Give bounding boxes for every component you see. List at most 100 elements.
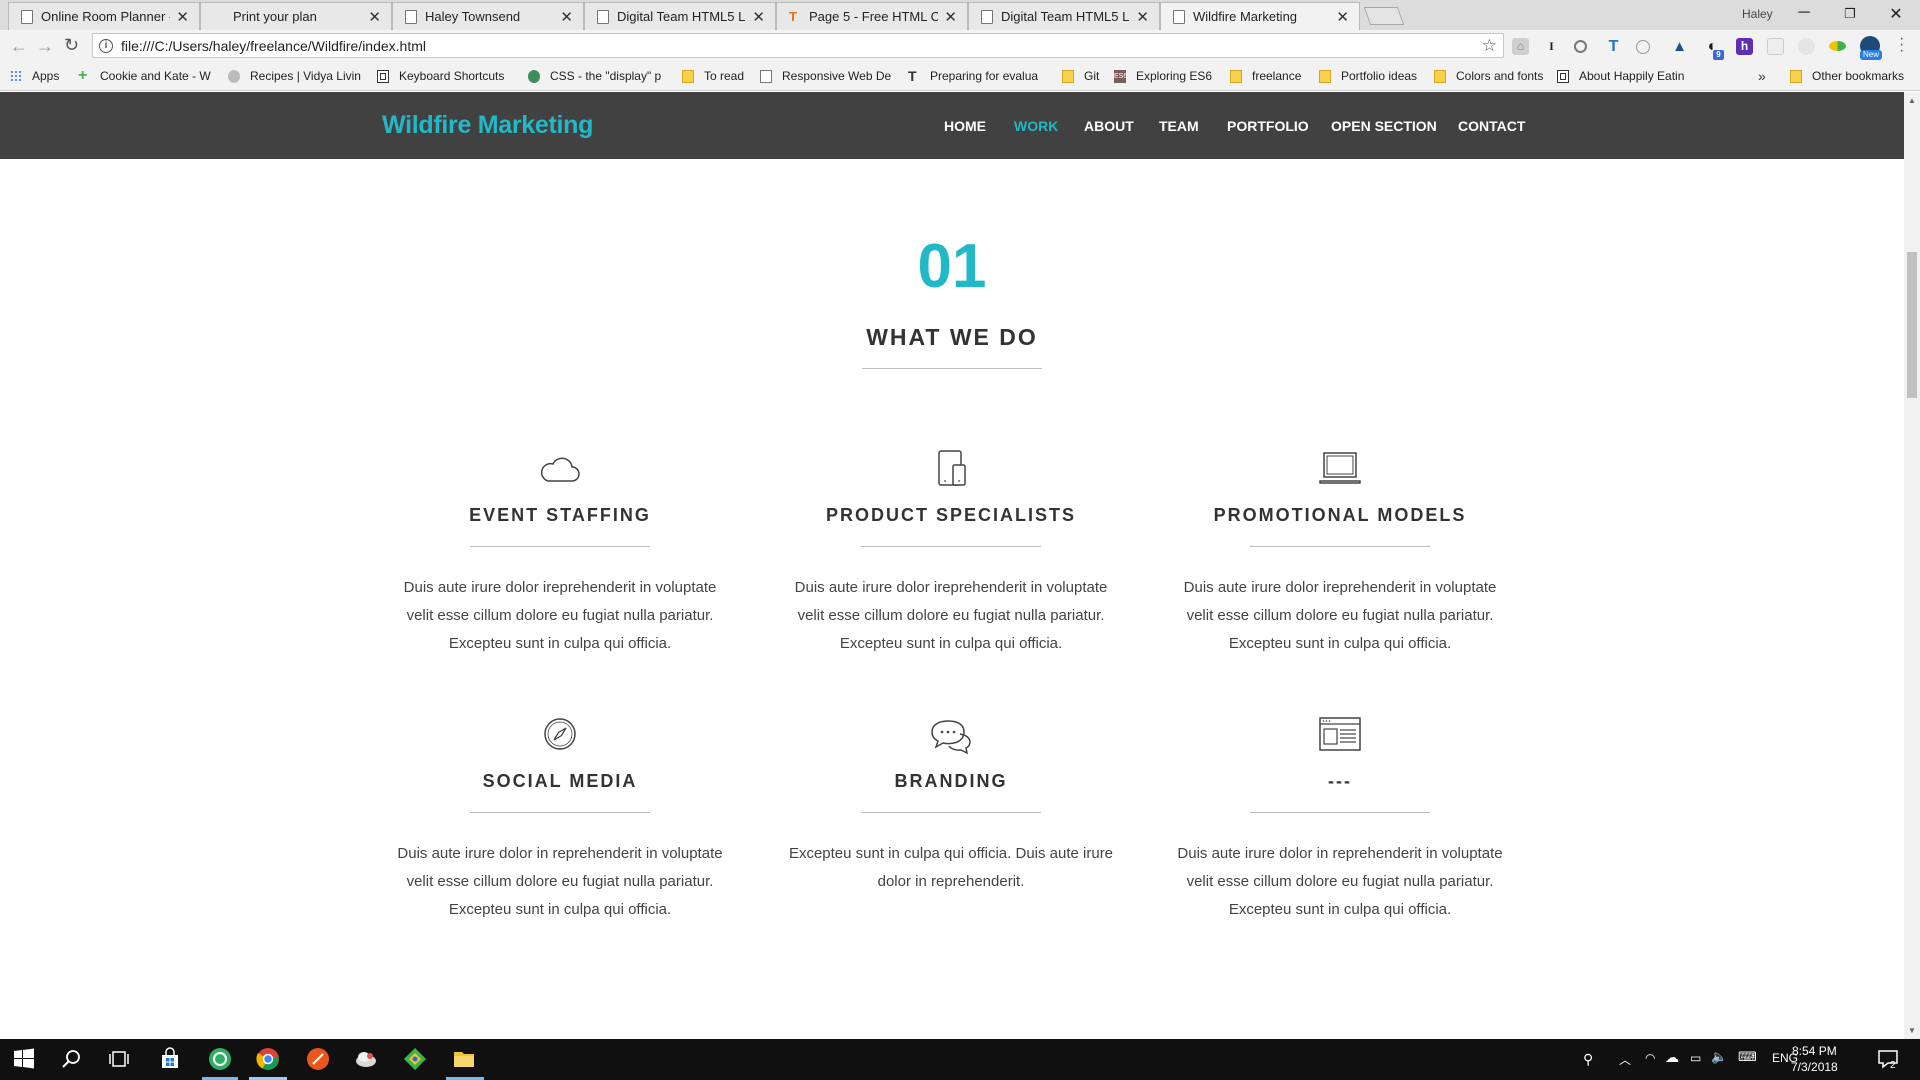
nav-work[interactable]: WORK <box>1014 118 1058 134</box>
extension-icon[interactable] <box>1829 41 1846 51</box>
browser-tab[interactable]: Print your plan ✕ <box>200 2 392 30</box>
new-tab-button[interactable] <box>1363 7 1405 25</box>
extension-icon[interactable] <box>1636 40 1650 54</box>
page-scrollbar[interactable]: ▲ ▼ <box>1904 92 1920 1039</box>
info-icon[interactable]: i <box>99 38 113 53</box>
extension-icon[interactable]: ⌂ <box>1512 38 1529 55</box>
extension-icon[interactable] <box>1767 38 1784 55</box>
forward-arrow-icon[interactable]: → <box>36 36 54 57</box>
url-bar[interactable]: i file:///C:/Users/haley/freelance/Wildf… <box>92 33 1504 58</box>
bookmark-folder[interactable]: Other bookmarks <box>1790 69 1904 83</box>
extension-icon[interactable]: I <box>1543 38 1560 55</box>
service-divider <box>470 546 650 547</box>
bookmark-apps[interactable]: Apps <box>10 69 59 83</box>
window-close-icon[interactable]: ✕ <box>1873 4 1919 24</box>
folder-icon <box>1230 69 1242 83</box>
profile-name[interactable]: Haley <box>1742 7 1773 21</box>
tab-close-icon[interactable]: ✕ <box>368 8 381 26</box>
restore-icon[interactable]: ❐ <box>1827 6 1873 22</box>
tab-close-icon[interactable]: ✕ <box>944 8 957 26</box>
tab-close-icon[interactable]: ✕ <box>176 8 189 26</box>
bookmark-label: Recipes | Vidya Livin <box>250 69 361 83</box>
browser-tab[interactable]: Digital Team HTML5 Layo ✕ <box>584 2 776 30</box>
file-explorer-icon[interactable] <box>452 1047 476 1071</box>
nav-portfolio[interactable]: PORTFOLIO <box>1227 118 1309 134</box>
minimize-icon[interactable]: ─ <box>1781 4 1827 22</box>
tray-overflow-icon[interactable]: ︿ <box>1619 1051 1631 1068</box>
bookmark-star-icon[interactable]: ☆ <box>1482 36 1497 56</box>
service-divider <box>861 546 1041 547</box>
battery-icon[interactable]: ▭ <box>1690 1051 1701 1065</box>
bookmark-item[interactable]: Recipes | Vidya Livin <box>228 69 361 83</box>
paint-app-icon[interactable] <box>306 1047 330 1071</box>
nav-team[interactable]: TEAM <box>1159 118 1199 134</box>
extension-icon[interactable] <box>1798 38 1815 55</box>
people-icon[interactable]: ⚲ <box>1583 1051 1593 1068</box>
site-logo[interactable]: Wildfire Marketing <box>382 111 593 140</box>
scroll-down-arrow-icon[interactable]: ▼ <box>1908 1026 1916 1035</box>
bookmark-item[interactable]: Responsive Web De <box>760 69 891 83</box>
bookmark-folder[interactable]: Portfolio ideas <box>1319 69 1417 83</box>
bookmark-folder[interactable]: Colors and fonts <box>1434 69 1543 83</box>
windows-start-icon[interactable] <box>12 1047 36 1071</box>
bookmark-label: About Happily Eatin <box>1579 69 1685 83</box>
app-icon[interactable] <box>208 1047 232 1071</box>
tab-close-icon[interactable]: ✕ <box>560 8 573 26</box>
nav-about[interactable]: ABOUT <box>1084 118 1134 134</box>
onedrive-cloud-icon[interactable]: ☁ <box>1665 1049 1679 1066</box>
task-view-icon[interactable] <box>107 1047 131 1071</box>
nav-contact[interactable]: CONTACT <box>1458 118 1525 134</box>
extension-icon[interactable] <box>1574 40 1587 53</box>
tab-close-icon[interactable]: ✕ <box>1136 8 1149 26</box>
tab-close-icon[interactable]: ✕ <box>752 8 765 26</box>
browser-tab[interactable]: Haley Townsend ✕ <box>392 2 584 30</box>
bookmark-item[interactable]: Keyboard Shortcuts <box>377 69 504 83</box>
bookmarks-overflow-button[interactable]: » <box>1758 68 1766 84</box>
section-number: 01 <box>917 232 987 301</box>
service-title: PRODUCT SPECIALISTS <box>825 505 1077 525</box>
browser-tab[interactable]: Digital Team HTML5 Layo ✕ <box>968 2 1160 30</box>
bookmark-folder[interactable]: To read <box>682 69 744 83</box>
git-tool-icon[interactable] <box>403 1047 427 1071</box>
extension-icon[interactable]: T <box>1605 38 1622 55</box>
menu-icon[interactable]: · · · <box>1899 31 1904 59</box>
bookmark-label: Exploring ES6 <box>1136 69 1213 83</box>
bookmark-item[interactable]: CSS - the "display" p <box>528 69 661 83</box>
extension-icon[interactable]: ▲ <box>1671 38 1688 55</box>
taskbar-clock[interactable]: 8:54 PM 7/3/2018 <box>1791 1043 1838 1075</box>
bookmark-item[interactable]: T Preparing for evalua <box>908 69 1038 84</box>
bookmark-item[interactable]: ES6 Exploring ES6 <box>1114 69 1212 83</box>
bookmark-folder[interactable]: Git <box>1062 69 1099 83</box>
extension-badge: 9 <box>1713 50 1724 60</box>
search-icon[interactable] <box>60 1047 84 1071</box>
chrome-icon[interactable] <box>256 1047 280 1071</box>
volume-icon[interactable]: 🔈 <box>1711 1049 1727 1065</box>
nav-home[interactable]: HOME <box>944 118 986 134</box>
browser-tab[interactable]: T Page 5 - Free HTML CSS ✕ <box>776 2 968 30</box>
scroll-thumb[interactable] <box>1907 252 1917 398</box>
bookmark-item[interactable]: + Cookie and Kate - W <box>78 67 211 83</box>
back-arrow-icon[interactable]: ← <box>10 36 28 57</box>
bookmark-folder[interactable]: freelance <box>1230 69 1301 83</box>
extension-icon[interactable]: h <box>1736 38 1753 55</box>
browser-tab-active[interactable]: Wildfire Marketing ✕ <box>1160 2 1360 30</box>
wifi-icon[interactable]: ◠ <box>1645 1051 1655 1065</box>
reload-icon[interactable]: ↻ <box>64 35 79 56</box>
section-divider <box>862 368 1042 369</box>
tab-title: Wildfire Marketing <box>1193 9 1298 24</box>
keyboard-icon[interactable]: ⌨ <box>1738 1049 1757 1065</box>
scroll-up-arrow-icon[interactable]: ▲ <box>1908 96 1916 105</box>
folder-icon <box>1434 69 1446 83</box>
tab-close-icon[interactable]: ✕ <box>1336 8 1349 26</box>
bookmark-item[interactable]: About Happily Eatin <box>1557 69 1684 83</box>
url-text[interactable]: file:///C:/Users/haley/freelance/Wildfir… <box>121 38 426 54</box>
weather-app-icon[interactable] <box>354 1047 378 1071</box>
nav-open-section[interactable]: OPEN SECTION <box>1331 118 1437 134</box>
service-card: PROMOTIONAL MODELS Duis aute irure dolor… <box>1160 447 1520 658</box>
browser-tab[interactable]: Online Room Planner - D ✕ <box>8 2 200 30</box>
service-divider <box>1250 546 1430 547</box>
store-icon[interactable] <box>158 1047 182 1071</box>
action-center-icon[interactable] <box>1876 1047 1900 1071</box>
tablet-phone-icon <box>938 450 966 486</box>
service-description: Duis aute irure dolor ireprehenderit in … <box>1183 579 1497 652</box>
